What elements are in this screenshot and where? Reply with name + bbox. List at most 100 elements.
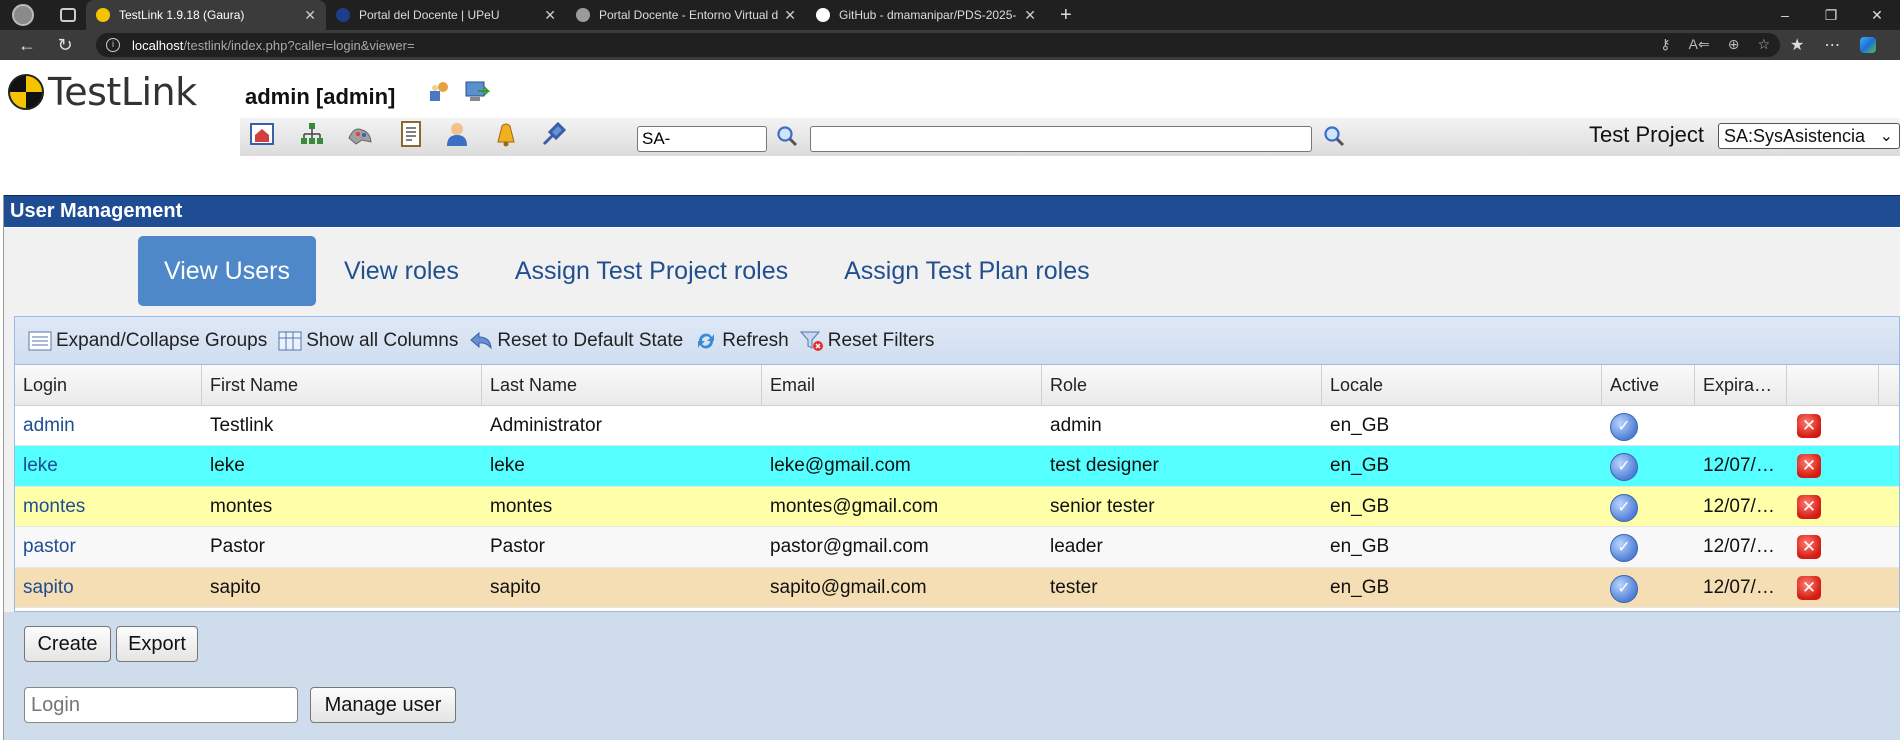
- column-header[interactable]: Expira…: [1695, 365, 1787, 405]
- new-tab-icon[interactable]: +: [1060, 4, 1072, 27]
- zoom-icon[interactable]: ⊕: [1728, 36, 1740, 53]
- copilot-icon[interactable]: [1860, 37, 1877, 53]
- tab-assign-test-plan-roles[interactable]: Assign Test Plan roles: [816, 236, 1118, 306]
- column-header[interactable]: First Name: [202, 365, 482, 405]
- search-input[interactable]: [810, 126, 1312, 152]
- user-login-link[interactable]: leke: [15, 446, 202, 485]
- show-all-columns-button[interactable]: Show all Columns: [277, 330, 458, 352]
- cell-delete: ✕: [1787, 527, 1879, 566]
- column-header[interactable]: Locale: [1322, 365, 1602, 405]
- reload-icon[interactable]: ↻: [46, 35, 84, 56]
- browser-tab[interactable]: Portal Docente - Entorno Virtual d ✕: [566, 0, 806, 30]
- favorite-star-icon[interactable]: ☆: [1757, 36, 1770, 53]
- home-icon[interactable]: [248, 120, 276, 148]
- grid-toolbar: Expand/Collapse Groups Show all Columns …: [15, 317, 1899, 365]
- test-plan-icon[interactable]: [397, 120, 425, 148]
- tab-view-users[interactable]: View Users: [138, 236, 316, 306]
- table-row[interactable]: montes montes montes montes@gmail.com senior…: [15, 486, 1899, 528]
- column-header[interactable]: Email: [762, 365, 1042, 405]
- table-row[interactable]: sapito sapito sapito sapito@gmail.com tester…: [15, 567, 1899, 608]
- back-icon[interactable]: ←: [8, 35, 46, 56]
- logout-icon[interactable]: [464, 79, 490, 105]
- create-button[interactable]: Create: [24, 626, 111, 662]
- tab-actions-icon[interactable]: [60, 8, 76, 22]
- current-user: admin [admin]: [245, 84, 396, 109]
- test-specification-icon[interactable]: [346, 120, 374, 148]
- browser-tab[interactable]: Portal del Docente | UPeU ✕: [326, 0, 566, 30]
- site-info-icon[interactable]: i: [106, 38, 120, 52]
- key-icon[interactable]: ⚷: [1660, 36, 1670, 53]
- cell-active: ✓: [1602, 527, 1695, 566]
- reset-default-state-button[interactable]: Reset to Default State: [468, 330, 683, 352]
- user-login-link[interactable]: sapito: [15, 568, 202, 607]
- restore-icon[interactable]: ❐: [1808, 0, 1854, 30]
- test-case-id-input[interactable]: SA-: [637, 126, 767, 152]
- table-row[interactable]: leke leke leke leke@gmail.com test designer e…: [15, 446, 1899, 487]
- close-tab-icon[interactable]: ✕: [1024, 7, 1036, 24]
- requirements-tree-icon[interactable]: [298, 120, 326, 148]
- column-header[interactable]: Login: [15, 365, 202, 405]
- user-login-link[interactable]: admin: [15, 406, 202, 445]
- browser-tab-title: Portal del Docente | UPeU: [359, 8, 500, 22]
- test-project-select[interactable]: SA:SysAsistencia ⌄: [1718, 123, 1900, 149]
- browser-tab-title: TestLink 1.9.18 (Gaura): [119, 8, 245, 22]
- user-login-link[interactable]: pastor: [15, 527, 202, 566]
- reset-filters-button[interactable]: Reset Filters: [799, 330, 934, 352]
- search-icon[interactable]: [1322, 124, 1346, 148]
- refresh-button[interactable]: Refresh: [693, 330, 789, 352]
- close-tab-icon[interactable]: ✕: [544, 7, 556, 24]
- user-login-link[interactable]: montes: [15, 487, 202, 526]
- cell-delete: ✕: [1787, 406, 1879, 445]
- cell-role: tester: [1050, 576, 1098, 598]
- chevron-down-icon: ⌄: [1879, 128, 1893, 145]
- user-management-icon[interactable]: [443, 120, 471, 148]
- search-testcase-icon[interactable]: [775, 124, 799, 148]
- table-row[interactable]: admin Testlink Administrator admin en_GB ✓ ✕: [15, 406, 1899, 447]
- cell-delete: ✕: [1787, 568, 1879, 607]
- columns-icon: [278, 331, 302, 350]
- account-settings-icon[interactable]: [427, 79, 453, 105]
- delete-user-icon[interactable]: ✕: [1797, 575, 1821, 600]
- expand-collapse-icon: [28, 331, 52, 350]
- column-header[interactable]: [1787, 365, 1879, 405]
- cell-role: leader: [1050, 536, 1103, 558]
- column-header[interactable]: Active: [1602, 365, 1695, 405]
- browser-tab[interactable]: TestLink 1.9.18 (Gaura) ✕: [86, 0, 326, 30]
- cell-last: sapito: [490, 576, 541, 598]
- cell-expiration: [1695, 406, 1787, 445]
- page-title-bar: User Management: [4, 195, 1900, 227]
- cell-locale: en_GB: [1330, 415, 1390, 436]
- column-header[interactable]: Last Name: [482, 365, 762, 405]
- more-menu-icon[interactable]: ⋯: [1824, 35, 1840, 55]
- tab-view-roles[interactable]: View roles: [316, 236, 487, 306]
- profile-icon[interactable]: [12, 4, 34, 26]
- expand-collapse-groups-button[interactable]: Expand/Collapse Groups: [27, 330, 267, 352]
- table-row[interactable]: pastor Pastor Pastor pastor@gmail.com leader…: [15, 527, 1899, 568]
- manage-user-button[interactable]: Manage user: [310, 687, 456, 723]
- delete-user-icon[interactable]: ✕: [1797, 454, 1821, 479]
- plugins-icon[interactable]: [540, 120, 568, 148]
- read-aloud-icon[interactable]: A⇐: [1689, 36, 1710, 53]
- export-button[interactable]: Export: [116, 626, 198, 662]
- delete-user-icon[interactable]: ✕: [1797, 494, 1821, 519]
- delete-user-icon[interactable]: ✕: [1797, 535, 1821, 560]
- close-tab-icon[interactable]: ✕: [784, 7, 796, 24]
- login-field[interactable]: [24, 687, 298, 723]
- favorites-icon[interactable]: ★: [1790, 35, 1804, 55]
- delete-user-icon[interactable]: ✕: [1797, 414, 1821, 438]
- cell-active: ✓: [1602, 568, 1695, 607]
- minimize-icon[interactable]: –: [1762, 0, 1808, 30]
- cell-locale: en_GB: [1330, 495, 1390, 517]
- browser-tab[interactable]: GitHub - dmamanipar/PDS-2025- ✕: [806, 0, 1046, 30]
- close-tab-icon[interactable]: ✕: [304, 7, 316, 24]
- refresh-icon: [698, 333, 715, 348]
- tab-assign-test-project-roles[interactable]: Assign Test Project roles: [487, 236, 816, 306]
- column-header[interactable]: Role: [1042, 365, 1322, 405]
- user-management-tabs: View Users View roles Assign Test Project …: [138, 236, 1118, 306]
- cell-active: ✓: [1602, 487, 1695, 526]
- url-field[interactable]: i localhost /testlink/index.php?caller=l…: [96, 33, 1780, 57]
- testlink-logo[interactable]: TestLink: [8, 70, 197, 114]
- close-window-icon[interactable]: ✕: [1854, 0, 1900, 30]
- events-icon[interactable]: [492, 120, 520, 148]
- browser-tab-bar: TestLink 1.9.18 (Gaura) ✕ Portal del Docen…: [0, 0, 1900, 30]
